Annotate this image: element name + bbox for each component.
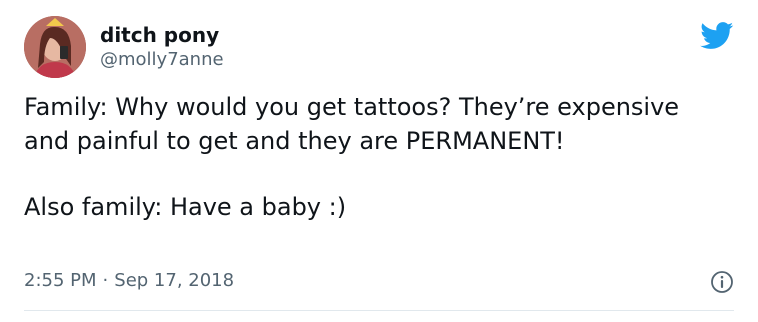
tweet-timestamp[interactable]: 2:55 PM · Sep 17, 2018 [24,268,234,294]
meta-separator: · [102,270,109,291]
info-icon[interactable] [710,270,734,294]
tweet-time: 2:55 PM [24,270,97,291]
display-name[interactable]: ditch pony [100,22,224,48]
tweet-date: Sep 17, 2018 [114,270,235,291]
tweet-card: ditch pony @molly7anne Family: Why would… [0,0,758,322]
tweet-text-line-2: Also family: Have a baby :) [24,193,347,221]
divider [24,310,734,311]
user-handle[interactable]: @molly7anne [100,48,224,72]
avatar[interactable] [24,16,86,78]
tweet-text-line-1: Family: Why would you get tattoos? They’… [24,93,680,155]
author-block: ditch pony @molly7anne [100,22,224,72]
tweet-text: Family: Why would you get tattoos? They’… [24,90,724,224]
twitter-bird-icon[interactable] [700,22,734,50]
